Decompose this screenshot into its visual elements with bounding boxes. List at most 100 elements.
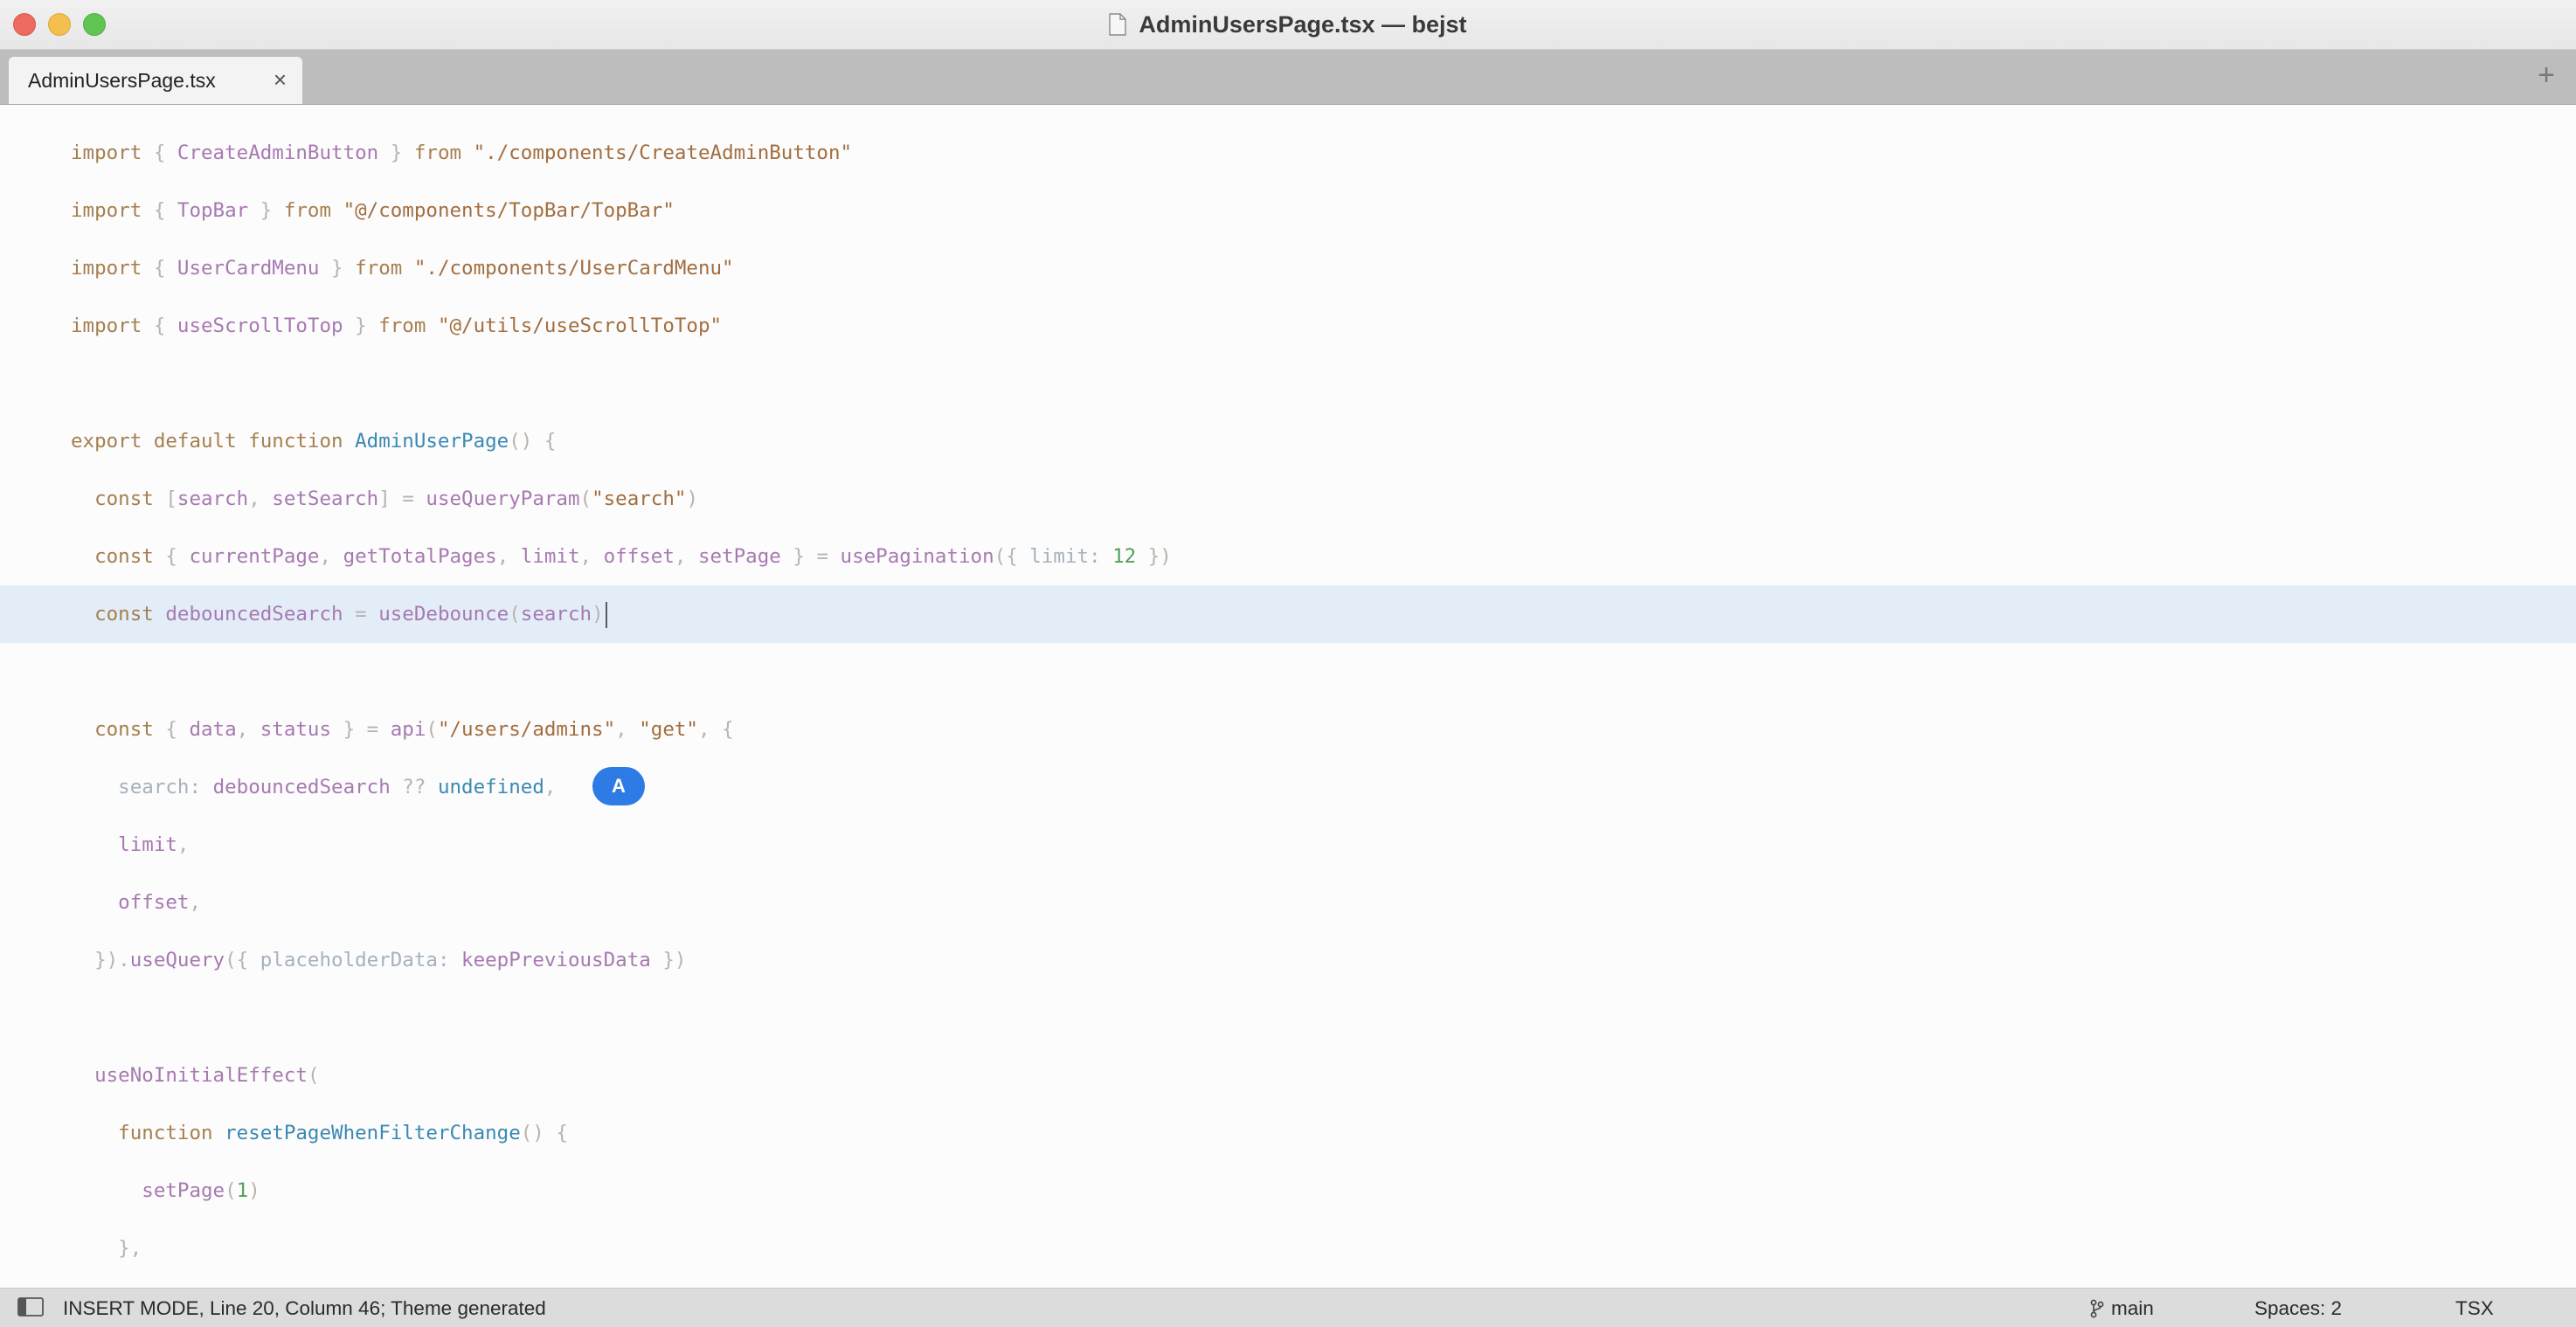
code-token: limit	[71, 833, 177, 856]
code-text: function resetPageWhenFilterChange() {	[71, 1104, 568, 1162]
code-editor[interactable]: import { CreateAdminButton } from "./com…	[0, 105, 2576, 1270]
code-token: (	[426, 718, 438, 741]
editor-window: AdminUsersPage.tsx — bejst AdminUsersPag…	[0, 0, 2576, 1327]
code-token: import	[71, 199, 154, 222]
code-text: const debouncedSearch = useDebounce(sear…	[71, 585, 607, 643]
code-token: useQueryParam	[426, 487, 580, 510]
code-line[interactable]: offset,	[0, 874, 2576, 931]
code-token: offset	[603, 545, 675, 568]
code-text: setPage(1)	[71, 1162, 260, 1220]
code-token: resetPageWhenFilterChange	[225, 1122, 521, 1144]
code-token: "/users/admins"	[437, 718, 616, 741]
new-tab-icon[interactable]: +	[2538, 60, 2555, 90]
code-token: } =	[780, 545, 841, 568]
tab-adminuserspage[interactable]: AdminUsersPage.tsx ×	[9, 57, 302, 104]
code-text: const [search, setSearch] = useQueryPara…	[71, 470, 698, 528]
code-token: {	[153, 142, 177, 164]
code-token: })	[1136, 545, 1172, 568]
code-line[interactable]: search: debouncedSearch ?? undefined,	[0, 758, 2576, 816]
tab-label: AdminUsersPage.tsx	[28, 68, 216, 92]
code-token: {	[153, 199, 177, 222]
code-line[interactable]	[0, 989, 2576, 1047]
code-token: search	[177, 487, 249, 510]
code-line[interactable]: },	[0, 1220, 2576, 1270]
code-token: () {	[520, 1122, 568, 1144]
branch-indicator[interactable]: main	[2090, 1297, 2154, 1320]
indentation-setting[interactable]: Spaces: 2	[2254, 1297, 2342, 1320]
code-token: AdminUserPage	[355, 430, 509, 453]
branch-name: main	[2111, 1297, 2154, 1319]
code-token: })	[650, 949, 687, 971]
title-bar[interactable]: AdminUsersPage.tsx — bejst	[0, 0, 2576, 50]
code-line[interactable]	[0, 643, 2576, 701]
code-token: ] =	[378, 487, 426, 510]
code-token: data	[189, 718, 237, 741]
code-token: ({	[225, 949, 260, 971]
code-line[interactable]: const [search, setSearch] = useQueryPara…	[0, 470, 2576, 528]
code-token: from	[283, 199, 343, 222]
code-token: ,	[319, 545, 343, 568]
code-token: ,	[496, 545, 521, 568]
code-token: api	[390, 718, 426, 741]
status-text: INSERT MODE, Line 20, Column 46; Theme g…	[63, 1297, 546, 1319]
code-line[interactable]: const debouncedSearch = useDebounce(sear…	[0, 585, 2576, 643]
code-token: getTotalPages	[343, 545, 497, 568]
code-token: limit:	[1029, 545, 1113, 568]
code-token: const	[71, 603, 166, 625]
code-token: ,	[177, 833, 190, 856]
code-line[interactable]: const { currentPage, getTotalPages, limi…	[0, 528, 2576, 585]
close-icon[interactable]: ×	[274, 68, 287, 91]
code-text: offset,	[71, 874, 201, 931]
code-line[interactable]: import { UserCardMenu } from "./componen…	[0, 239, 2576, 297]
syntax-selector[interactable]: TSX	[2455, 1297, 2494, 1320]
code-token: function	[71, 1122, 225, 1144]
code-token: from	[413, 142, 474, 164]
code-token: ,	[236, 718, 260, 741]
code-token: [	[165, 487, 177, 510]
code-line[interactable]: useNoInitialEffect(	[0, 1047, 2576, 1104]
code-text: const { currentPage, getTotalPages, limi…	[71, 528, 1172, 585]
code-line[interactable]	[0, 355, 2576, 412]
code-token: UserCardMenu	[177, 257, 320, 280]
code-token: status	[260, 718, 332, 741]
code-text: const { data, status } = api("/users/adm…	[71, 701, 734, 758]
code-token: "./components/UserCardMenu"	[413, 257, 734, 280]
code-line[interactable]: import { useScrollToTop } from "@/utils/…	[0, 297, 2576, 355]
code-line[interactable]: export default function AdminUserPage() …	[0, 412, 2576, 470]
code-token: },	[71, 1237, 142, 1260]
code-token: (	[225, 1179, 237, 1202]
code-line[interactable]: }).useQuery({ placeholderData: keepPrevi…	[0, 931, 2576, 989]
code-token: {	[165, 718, 190, 741]
tab-bar: AdminUsersPage.tsx × +	[0, 50, 2576, 105]
code-text: search: debouncedSearch ?? undefined,	[71, 758, 556, 816]
window-title: AdminUsersPage.tsx — bejst	[1139, 10, 1467, 38]
code-token: export default function	[71, 430, 356, 453]
code-token: ,	[544, 776, 557, 798]
code-token: ,	[189, 891, 202, 914]
code-token: search:	[71, 776, 213, 798]
code-token: search	[520, 603, 592, 625]
code-token: } =	[331, 718, 391, 741]
code-token: )	[686, 487, 698, 510]
code-line[interactable]: setPage(1)	[0, 1162, 2576, 1220]
code-token: setPage	[697, 545, 781, 568]
code-text: import { CreateAdminButton } from "./com…	[71, 124, 852, 182]
code-token: const	[71, 718, 166, 741]
code-token: 1	[236, 1179, 249, 1202]
code-token: setPage	[71, 1179, 225, 1202]
code-token: debouncedSearch	[212, 776, 391, 798]
sidebar-toggle-icon[interactable]	[17, 1297, 44, 1317]
code-token: ,	[248, 487, 273, 510]
text-cursor	[605, 601, 607, 628]
collaborator-avatar[interactable]: A	[592, 767, 645, 805]
code-token: =	[343, 603, 379, 625]
code-line[interactable]: function resetPageWhenFilterChange() {	[0, 1104, 2576, 1162]
code-token: (	[307, 1064, 320, 1087]
code-line[interactable]: const { data, status } = api("/users/adm…	[0, 701, 2576, 758]
code-token: from	[378, 314, 438, 337]
code-line[interactable]: import { CreateAdminButton } from "./com…	[0, 124, 2576, 182]
code-text: },	[71, 1220, 142, 1270]
code-line[interactable]: limit,	[0, 816, 2576, 874]
code-token: ,	[615, 718, 640, 741]
code-line[interactable]: import { TopBar } from "@/components/Top…	[0, 182, 2576, 239]
